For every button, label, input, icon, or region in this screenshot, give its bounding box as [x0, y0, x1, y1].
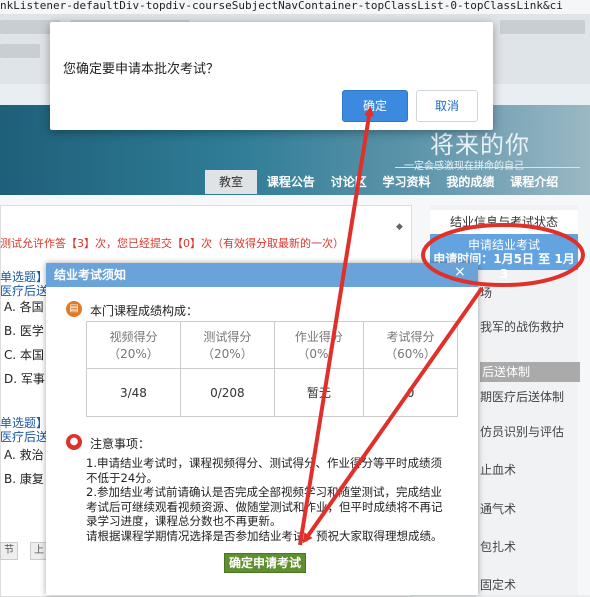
- annotation-arrow: [298, 106, 374, 546]
- annotation-ellipse: [421, 223, 585, 287]
- annotation-arrow: [302, 286, 484, 544]
- annotation-overlay: [298, 106, 585, 546]
